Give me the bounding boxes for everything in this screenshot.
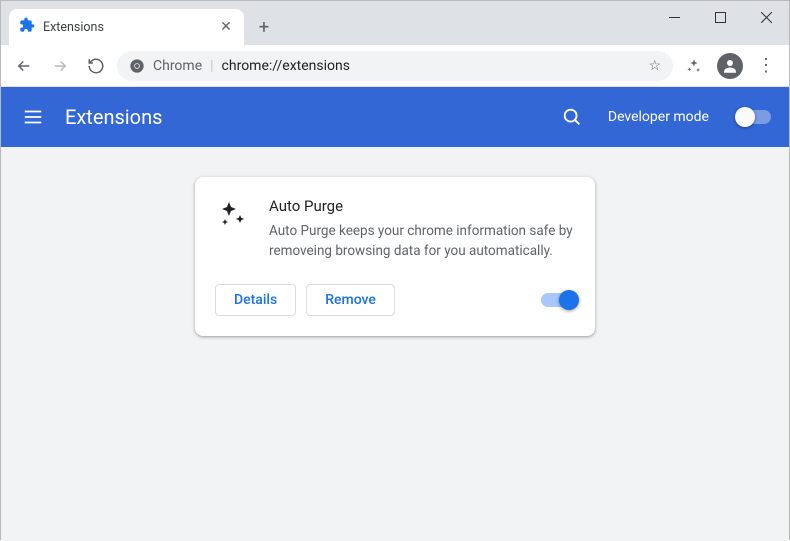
maximize-button[interactable] bbox=[697, 1, 743, 33]
address-bar[interactable]: Chrome | chrome://extensions ☆ bbox=[117, 51, 673, 81]
details-button[interactable]: Details bbox=[215, 284, 296, 316]
url-scheme: Chrome bbox=[153, 58, 202, 74]
sparkle-extension-icon[interactable] bbox=[679, 51, 709, 81]
page-title: Extensions bbox=[65, 105, 536, 129]
back-button[interactable] bbox=[9, 51, 39, 81]
url-path: chrome://extensions bbox=[222, 58, 350, 74]
browser-toolbar: Chrome | chrome://extensions ☆ ⋮ bbox=[1, 45, 789, 87]
window-controls bbox=[651, 1, 789, 33]
puzzle-piece-icon bbox=[19, 17, 35, 37]
developer-mode-label: Developer mode bbox=[608, 109, 709, 125]
extensions-content: Auto Purge Auto Purge keeps your chrome … bbox=[1, 147, 789, 541]
extension-description: Auto Purge keeps your chrome information… bbox=[269, 221, 575, 262]
reload-button[interactable] bbox=[81, 51, 111, 81]
bookmark-star-icon[interactable]: ☆ bbox=[648, 58, 661, 74]
url-separator: | bbox=[210, 58, 213, 74]
close-tab-icon[interactable]: ✕ bbox=[218, 19, 234, 35]
profile-avatar[interactable] bbox=[715, 51, 745, 81]
browser-tab[interactable]: Extensions ✕ bbox=[9, 9, 244, 45]
forward-button[interactable] bbox=[45, 51, 75, 81]
tab-title: Extensions bbox=[43, 20, 210, 35]
extension-card: Auto Purge Auto Purge keeps your chrome … bbox=[195, 177, 595, 336]
close-window-button[interactable] bbox=[743, 1, 789, 33]
minimize-button[interactable] bbox=[651, 1, 697, 33]
chrome-icon bbox=[129, 58, 145, 74]
remove-button[interactable]: Remove bbox=[306, 284, 395, 316]
hamburger-menu-icon[interactable] bbox=[19, 103, 47, 131]
extension-name: Auto Purge bbox=[269, 197, 575, 215]
extensions-header: Extensions Developer mode bbox=[1, 87, 789, 147]
developer-mode-toggle[interactable] bbox=[737, 110, 771, 124]
window-titlebar: Extensions ✕ + bbox=[1, 1, 789, 45]
sparkle-icon bbox=[215, 197, 251, 233]
browser-menu-button[interactable]: ⋮ bbox=[751, 51, 781, 81]
search-icon[interactable] bbox=[554, 99, 590, 135]
new-tab-button[interactable]: + bbox=[250, 13, 278, 41]
extension-enable-toggle[interactable] bbox=[541, 293, 575, 307]
